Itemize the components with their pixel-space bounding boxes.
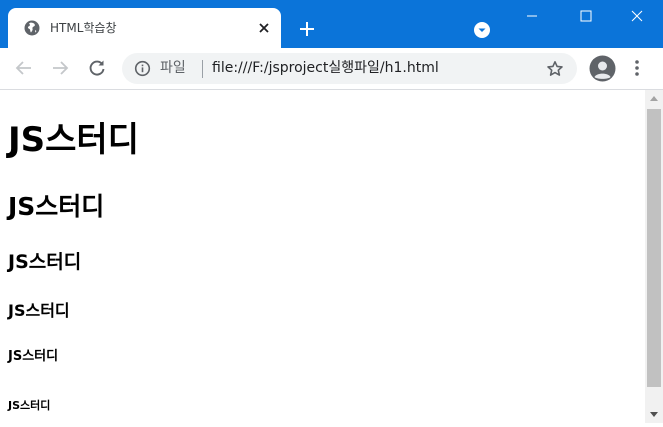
scroll-up-arrow-icon[interactable] [645,90,663,107]
profile-avatar[interactable] [589,55,616,82]
heading-h6: JS스터디 [8,399,51,412]
address-divider [202,60,203,78]
minimize-button[interactable] [509,0,555,32]
tab-search-dropdown-icon[interactable] [472,20,492,40]
new-tab-button[interactable] [296,18,318,40]
heading-h5: JS스터디 [8,349,59,364]
heading-h2: JS스터디 [8,192,105,221]
vertical-scrollbar[interactable] [645,90,663,423]
url-text[interactable]: file:///F:/jsproject실행파일/h1.html [212,59,439,78]
heading-h3: JS스터디 [8,251,82,273]
address-bar[interactable]: 파일 file:///F:/jsproject실행파일/h1.html [122,53,577,84]
scroll-down-arrow-icon[interactable] [645,406,663,423]
heading-h1: JS스터디 [8,120,139,160]
vertical-dots-icon[interactable] [629,57,645,79]
tab-title: HTML학습창 [50,21,117,35]
page-viewport: JS스터디 JS스터디 JS스터디 JS스터디 JS스터디 JS스터디 [0,90,645,423]
reload-icon[interactable] [85,56,109,80]
title-bar: HTML학습창 [0,0,663,48]
scheme-label: 파일 [160,60,186,76]
globe-icon [24,20,40,36]
browser-toolbar: 파일 file:///F:/jsproject실행파일/h1.html [0,48,663,90]
scrollbar-thumb[interactable] [647,109,661,387]
arrow-back-icon[interactable] [12,56,36,80]
heading-h4: JS스터디 [8,301,70,320]
star-icon[interactable] [545,59,565,79]
active-tab[interactable]: HTML학습창 [8,8,281,48]
arrow-forward-icon[interactable] [48,56,72,80]
maximize-button[interactable] [563,0,609,32]
close-icon[interactable] [254,18,274,38]
info-icon[interactable] [134,60,151,77]
window-close-button[interactable] [614,0,660,32]
